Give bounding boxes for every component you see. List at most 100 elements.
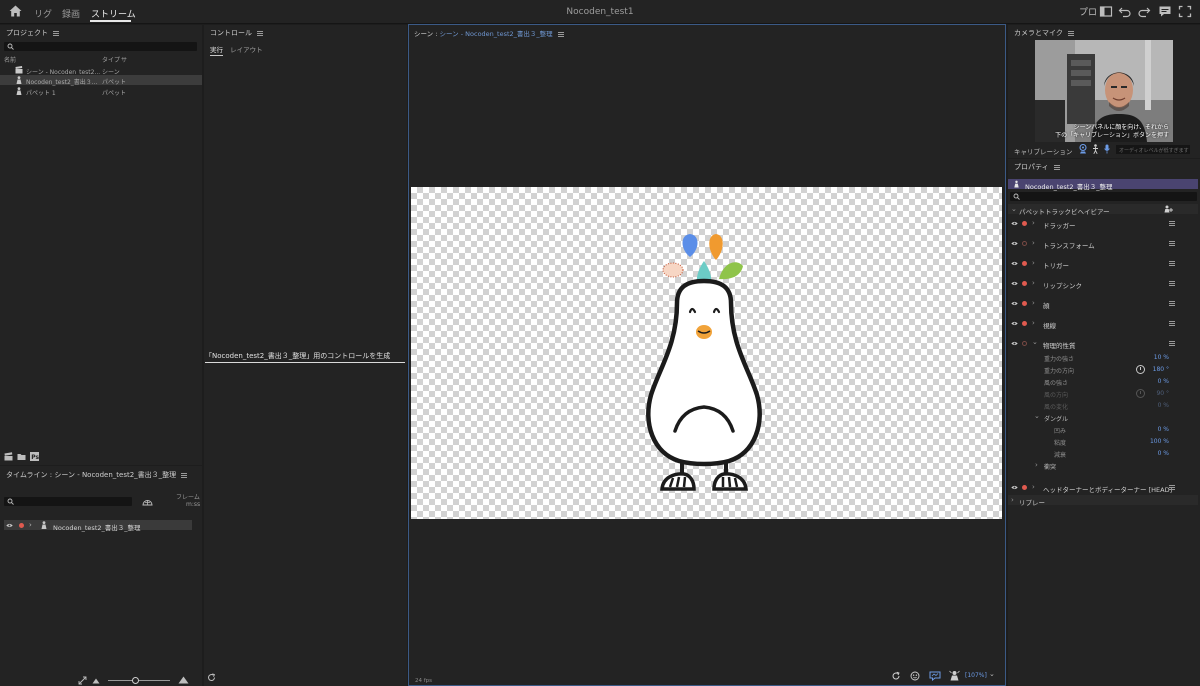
properties-menu-icon[interactable] bbox=[1053, 164, 1060, 170]
eye-icon[interactable] bbox=[1011, 221, 1018, 226]
param-value[interactable]: 10 % bbox=[1139, 354, 1169, 361]
webcam-icon[interactable] bbox=[1079, 144, 1087, 154]
behavior-menu-icon[interactable] bbox=[1169, 281, 1175, 286]
record-arm-dot[interactable] bbox=[1022, 221, 1027, 226]
behavior-lip-sync[interactable]: › リップシンク bbox=[1008, 278, 1198, 290]
add-behavior-icon[interactable] bbox=[1164, 205, 1173, 213]
calibrate-button[interactable]: キャリブレーション bbox=[1014, 146, 1072, 156]
timeline-search-input[interactable] bbox=[4, 497, 132, 506]
behavior-menu-icon[interactable] bbox=[1169, 485, 1175, 490]
chevron-down-icon[interactable]: ⌄ bbox=[1032, 338, 1038, 346]
behavior-physics[interactable]: ⌄ 物理的性質 bbox=[1008, 338, 1198, 350]
fit-zoom-icon[interactable] bbox=[78, 676, 87, 685]
record-arm-dot[interactable] bbox=[1022, 281, 1027, 286]
properties-search-input[interactable] bbox=[1010, 192, 1197, 201]
chevron-down-icon[interactable]: ⌄ bbox=[1011, 205, 1017, 213]
chevron-down-icon[interactable]: ⌄ bbox=[1034, 412, 1040, 420]
timeline-menu-icon[interactable] bbox=[181, 472, 188, 478]
photoshop-icon[interactable]: Ps bbox=[30, 452, 39, 461]
chevron-right-icon[interactable]: › bbox=[1032, 483, 1035, 491]
param-value[interactable]: 0 % bbox=[1139, 378, 1169, 385]
behavior-menu-icon[interactable] bbox=[1169, 261, 1175, 266]
record-arm-dot[interactable] bbox=[19, 523, 24, 528]
behavior-face[interactable]: › 顔 bbox=[1008, 298, 1198, 310]
chevron-right-icon[interactable]: › bbox=[1035, 461, 1038, 469]
chevron-right-icon[interactable]: › bbox=[1032, 299, 1035, 307]
param-value[interactable]: 0 % bbox=[1139, 426, 1169, 433]
panel-layout-icon[interactable] bbox=[1099, 5, 1113, 18]
behavior-trigger[interactable]: › トリガー bbox=[1008, 258, 1198, 270]
behavior-menu-icon[interactable] bbox=[1169, 341, 1175, 346]
column-name[interactable]: 名前 bbox=[4, 55, 16, 64]
puppet-track-behaviors-section[interactable]: ⌄ パペットトラックビヘイビアー bbox=[1008, 204, 1198, 216]
param-value[interactable]: 100 % bbox=[1139, 438, 1169, 445]
collision-label[interactable]: 衝突 bbox=[1044, 462, 1056, 471]
behavior-menu-icon[interactable] bbox=[1169, 221, 1175, 226]
scene-menu-icon[interactable] bbox=[557, 31, 564, 37]
record-arm-dot[interactable] bbox=[1022, 261, 1027, 266]
record-arm-dot[interactable] bbox=[1022, 301, 1027, 306]
new-scene-icon[interactable] bbox=[4, 452, 13, 461]
chevron-right-icon[interactable]: › bbox=[1011, 496, 1014, 504]
tab-run[interactable]: 実行 bbox=[210, 46, 223, 56]
project-search-input[interactable] bbox=[4, 42, 197, 51]
scrubber-icon[interactable] bbox=[142, 496, 153, 506]
camera-menu-icon[interactable] bbox=[1067, 30, 1074, 36]
chevron-right-icon[interactable]: › bbox=[29, 521, 32, 529]
body-tracking-icon[interactable] bbox=[1092, 144, 1099, 154]
behavior-menu-icon[interactable] bbox=[1169, 241, 1175, 246]
param-value[interactable]: 0 % bbox=[1139, 450, 1169, 457]
dangle-label[interactable]: ダングル bbox=[1044, 414, 1068, 423]
face-tracking-icon[interactable] bbox=[910, 671, 920, 681]
undo-icon[interactable] bbox=[1118, 5, 1132, 18]
param-value[interactable]: 180 ° bbox=[1139, 366, 1169, 373]
eye-icon[interactable] bbox=[6, 523, 13, 528]
folder-icon[interactable] bbox=[17, 452, 26, 461]
record-arm-dot[interactable] bbox=[1022, 321, 1027, 326]
zoom-dropdown-icon[interactable]: ⌄ bbox=[989, 670, 995, 678]
behavior-transform[interactable]: › トランスフォーム bbox=[1008, 238, 1198, 250]
eye-icon[interactable] bbox=[1011, 321, 1018, 326]
eye-icon[interactable] bbox=[1011, 485, 1018, 490]
scene-name[interactable]: シーン - Nocoden_test2_書出３_整理 bbox=[440, 30, 553, 38]
column-extra[interactable]: サ bbox=[121, 55, 127, 64]
column-type[interactable]: タイプ bbox=[102, 55, 120, 64]
behavior-menu-icon[interactable] bbox=[1169, 301, 1175, 306]
workspace-label[interactable]: プロ bbox=[1079, 5, 1097, 18]
timeline-track-row[interactable]: › Nocoden_test2_書出３_整理 bbox=[4, 520, 192, 532]
project-item-puppet[interactable]: パペット 1 パペット bbox=[0, 86, 202, 97]
eye-icon[interactable] bbox=[1011, 241, 1018, 246]
record-arm-dot[interactable] bbox=[1022, 485, 1027, 490]
feedback-icon[interactable] bbox=[1158, 5, 1172, 18]
scene-stage[interactable] bbox=[411, 187, 1002, 519]
record-disabled-dot[interactable] bbox=[1022, 341, 1027, 346]
chevron-right-icon[interactable]: › bbox=[1032, 219, 1035, 227]
zoom-out-icon[interactable] bbox=[92, 677, 100, 684]
eye-icon[interactable] bbox=[1011, 281, 1018, 286]
home-icon[interactable] bbox=[9, 5, 22, 17]
fullscreen-icon[interactable] bbox=[1178, 5, 1192, 18]
behavior-head-turner[interactable]: › ヘッドターナーとボディーターナー [HEAD] bbox=[1008, 482, 1198, 494]
eye-icon[interactable] bbox=[1011, 341, 1018, 346]
timeline-zoom-handle[interactable] bbox=[132, 677, 139, 684]
refresh-icon[interactable] bbox=[207, 673, 216, 682]
chevron-right-icon[interactable]: › bbox=[1032, 239, 1035, 247]
behavior-eye-gaze[interactable]: › 視線 bbox=[1008, 318, 1198, 330]
replay-section[interactable]: › リプレー bbox=[1008, 495, 1198, 507]
refresh-scene-icon[interactable] bbox=[891, 671, 901, 681]
tab-rig[interactable]: リグ bbox=[34, 7, 52, 20]
display-handles-icon[interactable] bbox=[929, 671, 941, 681]
project-item-puppet-selected[interactable]: Nocoden_test2_書出３... パペット bbox=[0, 75, 202, 86]
project-menu-icon[interactable] bbox=[53, 30, 59, 36]
chevron-right-icon[interactable]: › bbox=[1032, 319, 1035, 327]
puppet-character[interactable] bbox=[411, 187, 1002, 519]
microphone-icon[interactable] bbox=[1104, 144, 1110, 154]
redo-icon[interactable] bbox=[1137, 5, 1151, 18]
tab-record[interactable]: 録画 bbox=[62, 7, 80, 20]
selected-puppet-bar[interactable]: Nocoden_test2_書出３_整理 bbox=[1008, 179, 1198, 191]
record-disabled-dot[interactable] bbox=[1022, 241, 1027, 246]
chevron-right-icon[interactable]: › bbox=[1032, 259, 1035, 267]
zoom-level[interactable]: [107%] bbox=[965, 672, 987, 679]
behavior-dragger[interactable]: › ドラッガー bbox=[1008, 218, 1198, 230]
timeline-zoom-track[interactable] bbox=[108, 680, 170, 681]
